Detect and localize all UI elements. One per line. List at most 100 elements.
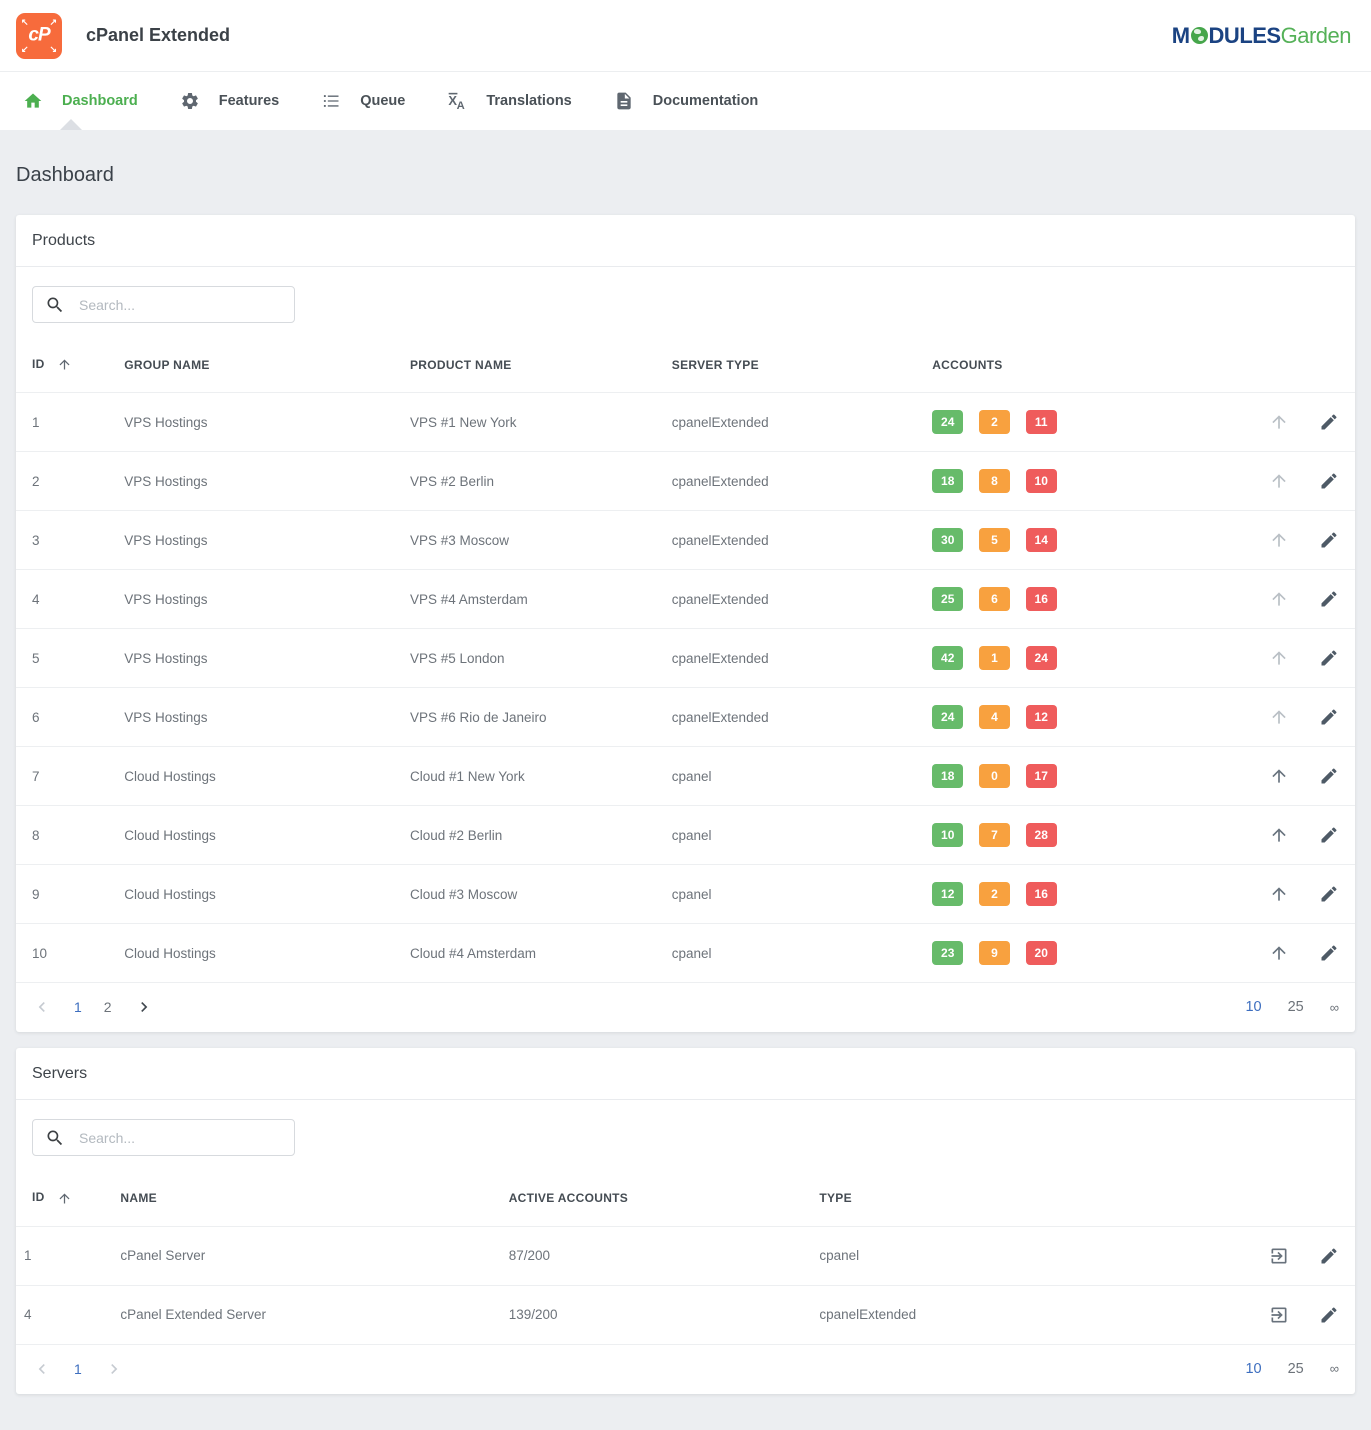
suspended-accounts-badge: 5 [979, 528, 1010, 552]
product-id: 5 [16, 629, 116, 688]
server-id: 1 [16, 1226, 112, 1285]
pagination-next-button[interactable] [104, 1359, 124, 1379]
nav-label: Queue [360, 93, 405, 109]
product-server-type: cpanelExtended [664, 511, 924, 570]
globe-icon [1191, 27, 1208, 44]
pagination-page-1[interactable]: 1 [74, 999, 82, 1015]
products-card-title: Products [16, 215, 1355, 267]
page-size-all[interactable]: ∞ [1330, 1000, 1339, 1015]
upgrade-arrow-icon[interactable] [1269, 648, 1289, 668]
product-name: VPS #1 New York [402, 393, 664, 452]
page-size-25[interactable]: 25 [1288, 1361, 1304, 1377]
col-type: TYPE [811, 1170, 1234, 1226]
sort-ascending-icon[interactable] [57, 357, 72, 372]
product-server-type: cpanel [664, 865, 924, 924]
edit-pencil-icon[interactable] [1319, 825, 1339, 845]
upgrade-arrow-icon[interactable] [1269, 530, 1289, 550]
page-size-10[interactable]: 10 [1245, 999, 1261, 1015]
edit-pencil-icon[interactable] [1319, 412, 1339, 432]
product-group-name: VPS Hostings [116, 452, 402, 511]
pagination-page-1[interactable]: 1 [74, 1361, 82, 1377]
servers-search-input[interactable] [77, 1129, 282, 1147]
server-id: 4 [16, 1285, 112, 1344]
edit-pencil-icon[interactable] [1319, 471, 1339, 491]
product-name: Cloud #3 Moscow [402, 865, 664, 924]
products-search-input[interactable] [77, 296, 282, 314]
sort-ascending-icon[interactable] [57, 1191, 72, 1206]
nav-item-features[interactable]: Features [159, 72, 300, 130]
products-table: ID GROUP NAME PRODUCT NAME SERVER TYPE A… [16, 337, 1355, 982]
login-icon[interactable] [1269, 1246, 1289, 1266]
product-id: 1 [16, 393, 116, 452]
list-icon [321, 91, 341, 111]
servers-card: Servers ID NAME ACTIVE ACCOUNTS TYPE [16, 1048, 1355, 1393]
col-accounts: ACCOUNTS [924, 337, 1235, 393]
terminated-accounts-badge: 10 [1026, 469, 1057, 493]
upgrade-arrow-icon[interactable] [1269, 412, 1289, 432]
product-name: VPS #2 Berlin [402, 452, 664, 511]
table-row: 5 VPS Hostings VPS #5 London cpanelExten… [16, 629, 1355, 688]
col-name: NAME [112, 1170, 500, 1226]
product-name: VPS #6 Rio de Janeiro [402, 688, 664, 747]
table-row: 10 Cloud Hostings Cloud #4 Amsterdam cpa… [16, 924, 1355, 983]
products-header-row: ID GROUP NAME PRODUCT NAME SERVER TYPE A… [16, 337, 1355, 393]
terminated-accounts-badge: 14 [1026, 528, 1057, 552]
nav-item-translations[interactable]: Translations [426, 72, 592, 130]
product-id: 2 [16, 452, 116, 511]
terminated-accounts-badge: 16 [1026, 587, 1057, 611]
edit-pencil-icon[interactable] [1319, 766, 1339, 786]
upgrade-arrow-icon[interactable] [1269, 766, 1289, 786]
page: ↖ ↗ ↙ ↘ cP cPanel Extended M DULES Garde… [0, 0, 1371, 1430]
pagination-next-button[interactable] [134, 997, 154, 1017]
edit-pencil-icon[interactable] [1319, 943, 1339, 963]
edit-pencil-icon[interactable] [1319, 530, 1339, 550]
active-accounts-badge: 42 [932, 646, 963, 670]
edit-pencil-icon[interactable] [1319, 648, 1339, 668]
edit-pencil-icon[interactable] [1319, 1305, 1339, 1325]
table-row: 8 Cloud Hostings Cloud #2 Berlin cpanel … [16, 806, 1355, 865]
login-icon[interactable] [1269, 1305, 1289, 1325]
page-size-10[interactable]: 10 [1245, 1361, 1261, 1377]
product-server-type: cpanel [664, 747, 924, 806]
upgrade-arrow-icon[interactable] [1269, 884, 1289, 904]
product-server-type: cpanelExtended [664, 688, 924, 747]
app-title: cPanel Extended [86, 25, 230, 46]
upgrade-arrow-icon[interactable] [1269, 707, 1289, 727]
pagination-page-2[interactable]: 2 [104, 999, 112, 1015]
page-title: Dashboard [16, 164, 1355, 187]
servers-search-box [32, 1119, 295, 1156]
product-group-name: Cloud Hostings [116, 806, 402, 865]
product-group-name: VPS Hostings [116, 688, 402, 747]
active-accounts-badge: 18 [932, 764, 963, 788]
upgrade-arrow-icon[interactable] [1269, 589, 1289, 609]
pagination-prev-button[interactable] [32, 1359, 52, 1379]
product-server-type: cpanel [664, 806, 924, 865]
active-accounts-badge: 24 [932, 410, 963, 434]
table-row: 4 cPanel Extended Server 139/200 cpanelE… [16, 1285, 1355, 1344]
product-id: 9 [16, 865, 116, 924]
accounts-cell: 18 8 10 [924, 452, 1235, 511]
pagination-prev-button[interactable] [32, 997, 52, 1017]
nav-item-documentation[interactable]: Documentation [593, 72, 780, 130]
edit-pencil-icon[interactable] [1319, 884, 1339, 904]
product-id: 10 [16, 924, 116, 983]
server-active-accounts: 139/200 [501, 1285, 812, 1344]
edit-pencil-icon[interactable] [1319, 1246, 1339, 1266]
terminated-accounts-badge: 24 [1026, 646, 1057, 670]
edit-pencil-icon[interactable] [1319, 589, 1339, 609]
page-size-all[interactable]: ∞ [1330, 1361, 1339, 1376]
servers-header-row: ID NAME ACTIVE ACCOUNTS TYPE [16, 1170, 1355, 1226]
table-row: 3 VPS Hostings VPS #3 Moscow cpanelExten… [16, 511, 1355, 570]
upgrade-arrow-icon[interactable] [1269, 471, 1289, 491]
servers-card-title: Servers [16, 1048, 1355, 1100]
active-accounts-badge: 12 [932, 882, 963, 906]
upgrade-arrow-icon[interactable] [1269, 825, 1289, 845]
terminated-accounts-badge: 17 [1026, 764, 1057, 788]
edit-pencil-icon[interactable] [1319, 707, 1339, 727]
active-accounts-badge: 25 [932, 587, 963, 611]
brand-m: M [1172, 23, 1190, 49]
product-id: 7 [16, 747, 116, 806]
upgrade-arrow-icon[interactable] [1269, 943, 1289, 963]
page-size-25[interactable]: 25 [1288, 999, 1304, 1015]
nav-item-queue[interactable]: Queue [300, 72, 426, 130]
